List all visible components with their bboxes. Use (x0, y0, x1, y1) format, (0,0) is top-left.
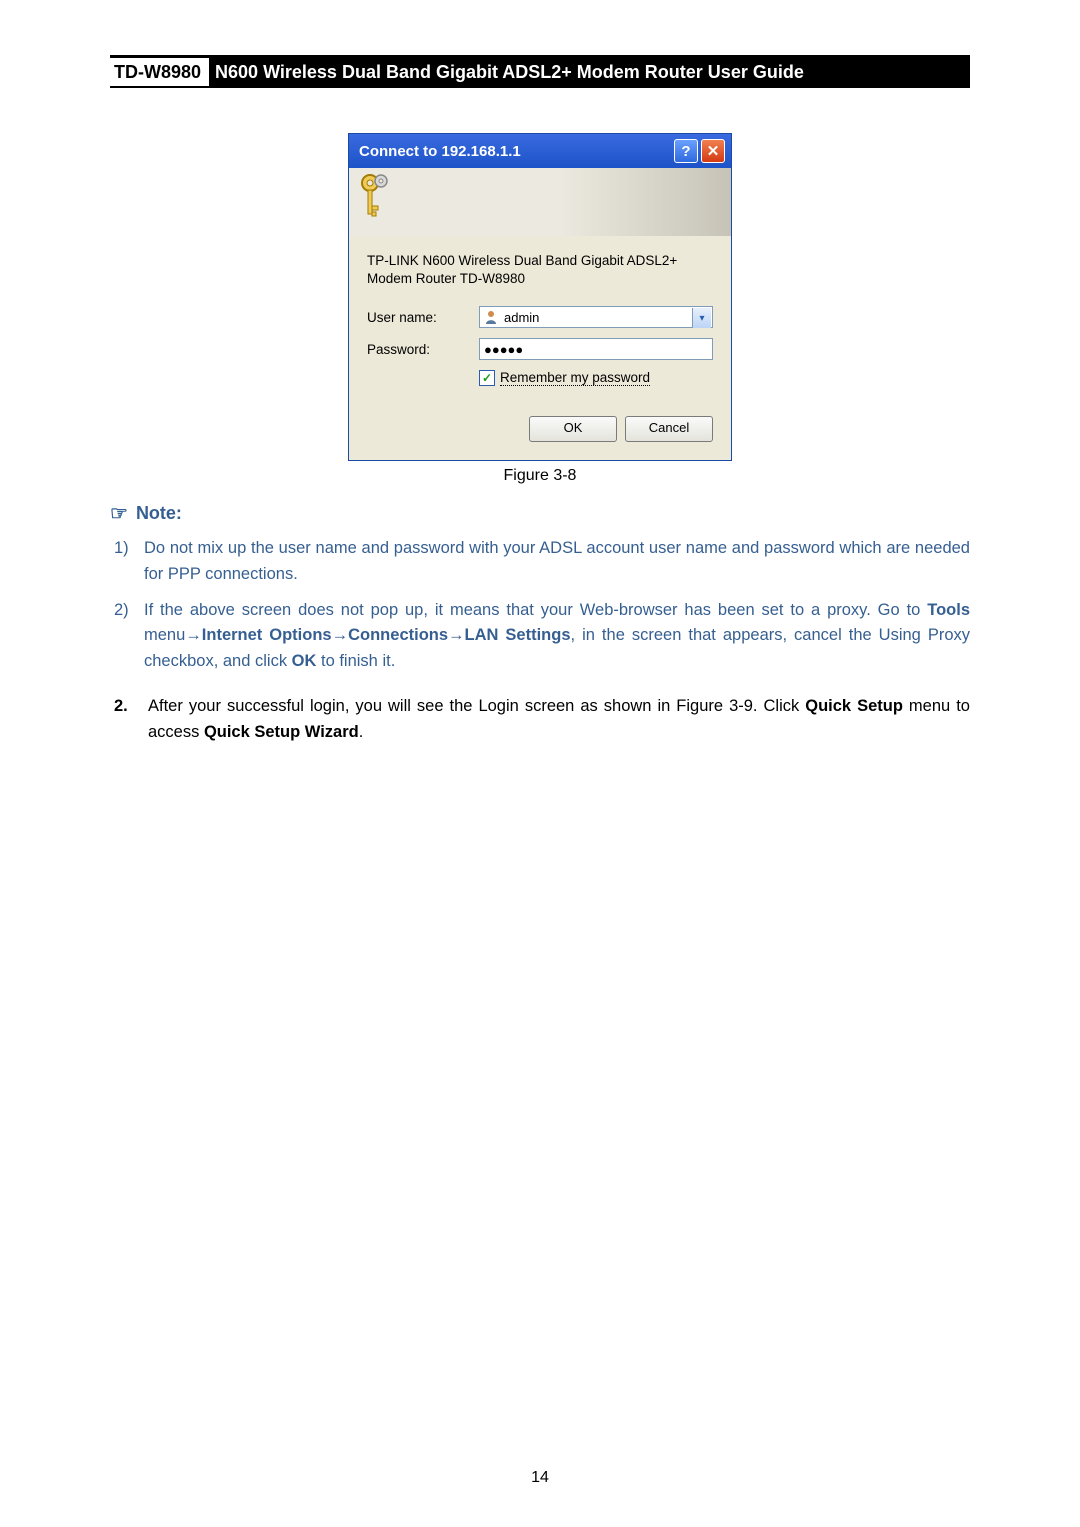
note-item-1: 1) Do not mix up the user name and passw… (114, 536, 970, 587)
cancel-button[interactable]: Cancel (625, 416, 713, 442)
keys-icon (359, 172, 393, 222)
chevron-down-icon[interactable]: ▾ (692, 308, 711, 328)
username-label: User name: (367, 310, 479, 325)
close-icon[interactable]: ✕ (701, 139, 725, 163)
dialog-title-text: Connect to 192.168.1.1 (359, 143, 521, 160)
guide-title: N600 Wireless Dual Band Gigabit ADSL2+ M… (209, 58, 970, 86)
model-label: TD-W8980 (110, 56, 209, 88)
page-header: TD-W8980 N600 Wireless Dual Band Gigabit… (110, 55, 970, 88)
remember-checkbox[interactable]: ✓ (479, 370, 495, 386)
password-input[interactable]: ●●●●● (479, 338, 713, 360)
step-list: 2. After your successful login, you will… (110, 694, 970, 745)
login-dialog: Connect to 192.168.1.1 ? ✕ TP-LINK N600 … (348, 133, 732, 461)
note-list: 1) Do not mix up the user name and passw… (110, 536, 970, 674)
realm-text: TP-LINK N600 Wireless Dual Band Gigabit … (367, 252, 713, 288)
dialog-banner (349, 168, 731, 236)
note-item-2: 2) If the above screen does not pop up, … (114, 598, 970, 675)
note-heading: ☞ Note: (110, 501, 970, 526)
pointing-hand-icon: ☞ (110, 501, 128, 526)
figure-caption: Figure 3-8 (110, 467, 970, 485)
step-item-2: 2. After your successful login, you will… (114, 694, 970, 745)
help-icon[interactable]: ? (674, 139, 698, 163)
note-heading-text: Note: (136, 503, 182, 524)
ok-button[interactable]: OK (529, 416, 617, 442)
page-number: 14 (0, 1469, 1080, 1487)
password-label: Password: (367, 342, 479, 357)
remember-label: Remember my password (500, 370, 650, 386)
password-value: ●●●●● (484, 342, 523, 357)
username-input[interactable]: admin ▾ (479, 306, 713, 328)
user-icon (484, 310, 498, 324)
dialog-titlebar: Connect to 192.168.1.1 ? ✕ (349, 134, 731, 168)
username-value: admin (504, 310, 539, 325)
